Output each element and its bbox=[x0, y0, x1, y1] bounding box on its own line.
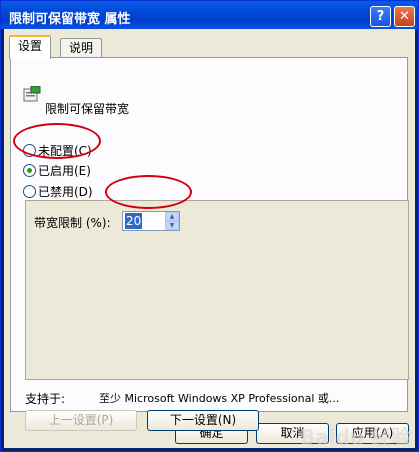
close-icon: ✕ bbox=[399, 9, 410, 24]
next-setting-button[interactable]: 下一设置(N) bbox=[147, 410, 259, 431]
tab-explain[interactable]: 说明 bbox=[60, 38, 103, 58]
help-icon: ? bbox=[376, 9, 385, 24]
bandwidth-limit-value[interactable]: 20 bbox=[125, 213, 143, 229]
policy-name: 限制可保留带宽 bbox=[45, 102, 130, 116]
settings-panel: 限制可保留带宽 未配置(C) 已启用(E) 已禁用(D) 带宽限制 (%): 2… bbox=[10, 57, 409, 431]
radio-enabled[interactable]: 已启用(E) bbox=[23, 162, 91, 179]
dialog-client-area: 设置 说明 限制可保留带宽 未配置(C) 已启用(E) 已禁用(D) 带宽限制 … bbox=[4, 29, 415, 449]
bandwidth-limit-label: 带宽限制 (%): bbox=[34, 216, 111, 230]
window-title: 限制可保留带宽 属性 bbox=[9, 12, 131, 27]
supported-on-label: 支持于: bbox=[25, 392, 66, 406]
supported-on-text: 至少 Microsoft Windows XP Professional 或..… bbox=[99, 392, 340, 405]
close-button[interactable]: ✕ bbox=[394, 6, 415, 27]
radio-label: 未配置(C) bbox=[38, 144, 92, 158]
spin-up-icon[interactable]: ▲ bbox=[165, 212, 179, 221]
policy-setting-icon bbox=[23, 86, 41, 102]
watermark-logo: Baidu 经验 bbox=[300, 425, 412, 449]
radio-label: 已禁用(D) bbox=[38, 185, 93, 199]
tab-settings[interactable]: 设置 bbox=[9, 35, 52, 59]
properties-dialog: 限制可保留带宽 属性 ? ✕ 设置 说明 限制可保留带宽 未配置(C) 已启用(… bbox=[0, 0, 419, 452]
title-bar[interactable]: 限制可保留带宽 属性 ? ✕ bbox=[1, 1, 418, 29]
options-area: 带宽限制 (%): 20 ▲ ▼ bbox=[25, 200, 409, 380]
radio-not-configured[interactable]: 未配置(C) bbox=[23, 142, 92, 159]
previous-setting-button[interactable]: 上一设置(P) bbox=[25, 410, 137, 431]
radio-label: 已启用(E) bbox=[38, 164, 91, 178]
help-button[interactable]: ? bbox=[370, 6, 391, 27]
radio-circle bbox=[23, 144, 36, 157]
radio-circle-selected bbox=[23, 164, 36, 177]
radio-disabled[interactable]: 已禁用(D) bbox=[23, 183, 93, 200]
spin-arrows[interactable]: ▲ ▼ bbox=[165, 212, 179, 230]
radio-circle bbox=[23, 185, 36, 198]
bandwidth-limit-spinbox[interactable]: 20 ▲ ▼ bbox=[122, 211, 180, 231]
spin-down-icon[interactable]: ▼ bbox=[165, 221, 179, 230]
